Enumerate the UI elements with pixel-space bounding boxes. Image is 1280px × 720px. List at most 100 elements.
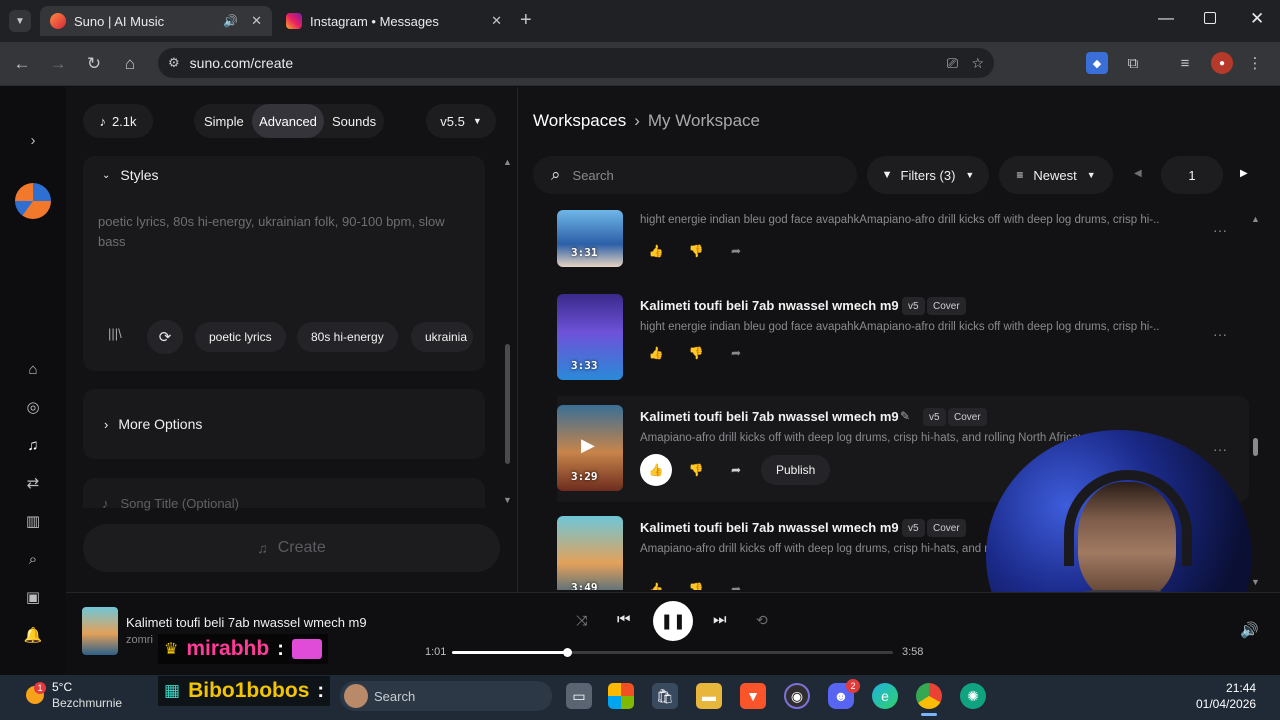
song-title[interactable]: Kalimeti toufi beli 7ab nwassel wmech m9 — [640, 298, 899, 313]
scroll-up-icon[interactable]: ▲ — [1251, 214, 1260, 224]
song-title[interactable]: Kalimeti toufi beli 7ab nwassel wmech m9 — [640, 409, 899, 424]
song-cover[interactable]: 3:49 — [557, 516, 623, 590]
discord-icon[interactable]: ☻ 2 — [828, 679, 860, 709]
profile-avatar-icon[interactable]: ● — [1211, 52, 1233, 74]
create-button[interactable]: ♫ Create — [83, 524, 500, 572]
notifications-nav-icon[interactable]: 🔔 — [22, 624, 44, 646]
forward-icon[interactable]: → — [46, 52, 70, 76]
site-info-icon[interactable]: ⚙ — [168, 55, 180, 71]
song-title[interactable]: Kalimeti toufi beli 7ab nwassel wmech m9 — [640, 520, 899, 535]
volume-icon[interactable]: 🔊 — [1240, 621, 1259, 639]
search-input[interactable]: ⌕ Search — [533, 156, 857, 194]
style-tag[interactable]: 80s hi-energy — [297, 322, 398, 352]
tab-audio-icon[interactable]: 🔊 — [223, 14, 238, 28]
credits-button[interactable]: ♪ 2.1k — [83, 104, 153, 138]
task-view-icon[interactable]: ▭ — [566, 683, 592, 709]
progress-track[interactable] — [452, 648, 893, 657]
more-options-icon[interactable]: ··· — [1213, 441, 1227, 457]
left-scrollbar-thumb[interactable] — [505, 344, 510, 464]
repeat-icon[interactable]: ⟲ — [756, 612, 768, 629]
reload-icon[interactable]: ↻ — [82, 52, 106, 76]
style-tag[interactable]: ukrainia — [411, 322, 473, 352]
bookmark-star-icon[interactable]: ☆ — [971, 55, 984, 72]
like-icon[interactable]: 👍 — [645, 342, 667, 364]
hooks-nav-icon[interactable]: ▣ — [22, 586, 44, 608]
home-nav-icon[interactable]: ⌂ — [22, 358, 44, 380]
close-window-icon[interactable]: ✕ — [1250, 9, 1264, 29]
style-library-icon[interactable]: |||\ — [108, 326, 130, 348]
create-nav-icon[interactable]: ♫ — [22, 434, 44, 456]
dislike-icon[interactable]: 👎 — [685, 240, 707, 262]
song-cover[interactable]: 3:33 — [557, 294, 623, 380]
version-select[interactable]: v5.5 ▼ — [426, 104, 496, 138]
file-explorer-icon[interactable]: ▬ — [696, 683, 722, 709]
more-options-icon[interactable]: ··· — [1213, 222, 1227, 238]
restore-icon[interactable] — [1204, 12, 1216, 24]
studio-nav-icon[interactable]: ⇄ — [22, 472, 44, 494]
browser-menu-icon[interactable]: ⋮ — [1244, 52, 1266, 74]
song-row[interactable]: 3:33 Kalimeti toufi beli 7ab nwassel wme… — [557, 294, 1247, 394]
brave-browser-icon[interactable]: ▼ — [740, 683, 766, 709]
taskbar-search[interactable]: Search — [340, 681, 552, 711]
sort-select[interactable]: ≡ Newest ▼ — [999, 156, 1113, 194]
install-app-icon[interactable]: ⎚ — [947, 55, 958, 72]
shuffle-styles-icon[interactable]: ⟳ — [147, 320, 183, 354]
share-icon[interactable]: ➦ — [725, 342, 747, 364]
like-icon[interactable]: 👍 — [645, 240, 667, 262]
dislike-icon[interactable]: 👎 — [685, 459, 707, 481]
share-icon[interactable]: ➦ — [725, 578, 747, 590]
clock[interactable]: 21:44 01/04/2026 — [1196, 680, 1256, 712]
expand-sidebar-icon[interactable]: › — [22, 129, 44, 151]
dislike-icon[interactable]: 👎 — [685, 342, 707, 364]
more-options-toggle[interactable]: › More Options — [104, 416, 202, 432]
player-title[interactable]: Kalimeti toufi beli 7ab nwassel wmech m9 — [126, 615, 367, 630]
user-avatar[interactable] — [15, 183, 51, 219]
scroll-up-icon[interactable]: ▲ — [503, 157, 512, 167]
explore-nav-icon[interactable]: ◎ — [22, 396, 44, 418]
chatgpt-icon[interactable]: ✺ — [960, 683, 986, 709]
publish-button[interactable]: Publish — [761, 455, 831, 485]
player-artist[interactable]: zomri — [126, 634, 153, 646]
song-cover[interactable]: ▶ 3:29 — [557, 405, 623, 491]
breadcrumb-workspaces[interactable]: Workspaces — [533, 111, 626, 131]
like-icon[interactable]: 👍 — [640, 454, 672, 486]
scroll-down-icon[interactable]: ▼ — [1251, 577, 1260, 587]
address-bar[interactable]: ⚙ suno.com/create ⎚ ☆ — [158, 48, 994, 78]
extensions-puzzle-icon[interactable]: ⧉ — [1122, 52, 1144, 74]
mode-simple-tab[interactable]: Simple — [204, 114, 244, 129]
player-cover[interactable] — [82, 607, 118, 655]
filters-button[interactable]: ▼ Filters (3) ▼ — [867, 156, 989, 194]
tab-close-icon[interactable]: ✕ — [491, 13, 502, 29]
play-icon[interactable]: ▶ — [581, 435, 595, 456]
tab-search-dropdown-icon[interactable]: ▼ — [9, 10, 31, 32]
dislike-icon[interactable]: 👎 — [685, 578, 707, 590]
new-tab-icon[interactable]: + — [520, 9, 532, 32]
chrome-icon[interactable] — [916, 683, 942, 709]
right-scrollbar-thumb[interactable] — [1253, 438, 1258, 456]
edge-icon[interactable]: e — [872, 683, 898, 709]
share-icon[interactable]: ➦ — [725, 459, 747, 481]
page-number[interactable]: 1 — [1161, 156, 1223, 194]
tab-instagram[interactable]: Instagram • Messages ✕ — [276, 6, 512, 36]
scroll-down-icon[interactable]: ▼ — [503, 495, 512, 505]
prev-page-icon[interactable]: ◀ — [1134, 168, 1142, 179]
back-icon[interactable]: ← — [10, 52, 34, 76]
widgets-icon[interactable] — [608, 683, 634, 709]
tab-suno[interactable]: Suno | AI Music 🔊 ✕ — [40, 6, 272, 36]
edit-pencil-icon[interactable]: ✎ — [900, 409, 910, 423]
styles-textarea[interactable]: poetic lyrics, 80s hi-energy, ukrainian … — [98, 212, 468, 252]
song-title-input[interactable]: ♪ Song Title (Optional) — [102, 496, 239, 511]
song-cover[interactable]: 3:31 — [557, 210, 623, 267]
weather-widget[interactable]: 1 5°C Bezchmurnie — [26, 679, 122, 711]
tab-close-icon[interactable]: ✕ — [251, 13, 262, 29]
media-control-icon[interactable]: ≡ — [1174, 52, 1196, 74]
share-icon[interactable]: ➦ — [725, 240, 747, 262]
next-track-icon[interactable]: ⏭ — [713, 611, 727, 628]
mode-sounds-tab[interactable]: Sounds — [332, 114, 376, 129]
shuffle-icon[interactable]: ⤨ — [576, 612, 587, 629]
extension-shield-icon[interactable]: ◆ — [1086, 52, 1108, 74]
style-tag[interactable]: poetic lyrics — [195, 322, 286, 352]
song-row[interactable]: 3:31 hight energie indian bleu god face … — [557, 210, 1247, 282]
pause-button[interactable]: ❚❚ — [653, 601, 693, 641]
store-icon[interactable]: 🛍 — [652, 683, 678, 709]
